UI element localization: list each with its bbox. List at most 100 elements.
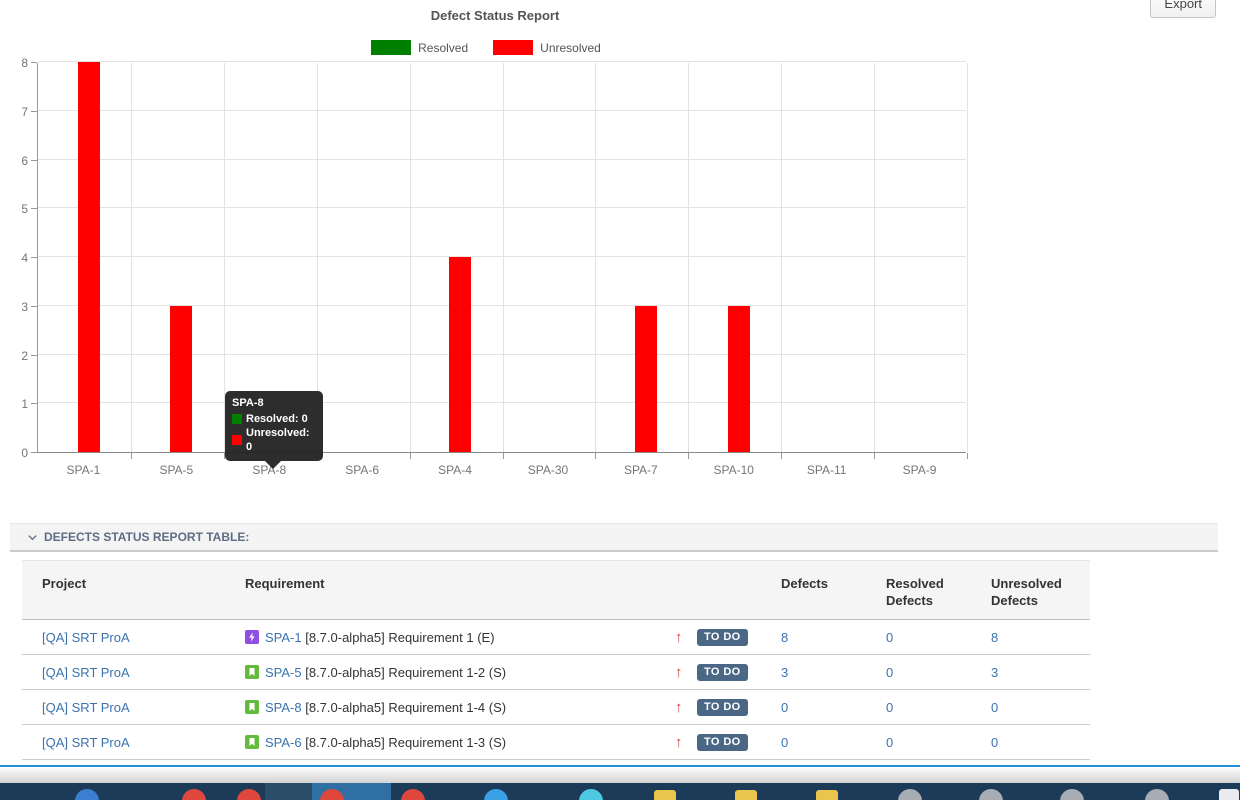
bar-unresolved-SPA-4[interactable] [449, 257, 471, 452]
v-gridline [131, 63, 132, 452]
defects-report-table: Project Requirement Defects Resolved Def… [22, 560, 1090, 760]
issue-key-link[interactable]: SPA-5 [265, 665, 302, 680]
issue-summary: [8.7.0-alpha5] Requirement 1-4 (S) [302, 700, 507, 715]
status-badge: TO DO [697, 734, 748, 751]
col-header-defects: Defects [765, 561, 870, 620]
x-axis-label: SPA-5 [130, 463, 223, 477]
taskbar-app-red-1[interactable] [182, 789, 206, 800]
report-table-body: [QA] SRT ProA SPA-1 [8.7.0-alpha5] Requi… [22, 620, 1090, 760]
taskbar-app-gray-3[interactable] [1060, 789, 1084, 800]
x-axis-label: SPA-7 [594, 463, 687, 477]
windows-taskbar[interactable] [0, 783, 1240, 800]
resolved-count-link[interactable]: 0 [886, 630, 893, 645]
project-link[interactable]: [QA] SRT ProA [42, 665, 130, 680]
chart-title: Defect Status Report [0, 8, 990, 23]
tooltip-rows: Resolved: 0 Unresolved: 0 [232, 412, 315, 454]
h-gridline [38, 61, 966, 62]
col-header-project: Project [22, 561, 235, 620]
col-header-resolved-defects: Resolved Defects [870, 561, 975, 620]
unresolved-count-link[interactable]: 0 [991, 735, 998, 750]
chart-tooltip: SPA-8 Resolved: 0 Unresolved: 0 [225, 391, 323, 461]
issue-summary: [8.7.0-alpha5] Requirement 1 (E) [302, 630, 495, 645]
status-badge: TO DO [697, 629, 748, 646]
taskbar-app-blue[interactable] [484, 789, 508, 800]
defects-count-link[interactable]: 3 [781, 665, 788, 680]
taskbar-app-browser[interactable] [75, 789, 99, 800]
resolved-count-link[interactable]: 0 [886, 735, 893, 750]
taskbar-folder-1[interactable] [654, 790, 676, 800]
tooltip-title: SPA-8 [232, 397, 315, 409]
issue-key-link[interactable]: SPA-1 [265, 630, 302, 645]
taskbar-folder-2[interactable] [735, 790, 757, 800]
y-tick-label: 5 [21, 202, 28, 216]
status-badge: TO DO [697, 664, 748, 681]
taskbar-folder-3[interactable] [816, 790, 838, 800]
y-tick-label: 1 [21, 397, 28, 411]
unresolved-count-link[interactable]: 3 [991, 665, 998, 680]
story-icon [245, 700, 259, 714]
epic-icon [245, 630, 259, 644]
taskbar-app-white[interactable] [1219, 789, 1239, 800]
v-gridline [410, 63, 411, 452]
x-axis-label: SPA-6 [316, 463, 409, 477]
y-tick-label: 3 [21, 300, 28, 314]
unresolved-count-link[interactable]: 8 [991, 630, 998, 645]
project-link[interactable]: [QA] SRT ProA [42, 735, 130, 750]
tooltip-swatch [232, 435, 242, 445]
bar-unresolved-SPA-5[interactable] [170, 306, 192, 452]
section-title: DEFECTS STATUS REPORT TABLE: [44, 530, 249, 544]
defects-count-link[interactable]: 0 [781, 700, 788, 715]
x-tick-mark [503, 453, 504, 459]
v-gridline [781, 63, 782, 452]
col-header-requirement: Requirement [235, 561, 675, 620]
taskbar-app-teal[interactable] [579, 789, 603, 800]
x-tick-mark [967, 453, 968, 459]
taskbar-app-red-3[interactable] [401, 789, 425, 800]
unresolved-count-link[interactable]: 0 [991, 700, 998, 715]
taskbar-app-red-2[interactable] [237, 789, 261, 800]
export-button[interactable]: Export [1150, 0, 1216, 18]
legend-label-resolved: Resolved [418, 41, 468, 55]
plot-area [37, 63, 966, 453]
table-row: [QA] SRT ProA SPA-8 [8.7.0-alpha5] Requi… [22, 690, 1090, 725]
issue-key-link[interactable]: SPA-6 [265, 735, 302, 750]
tooltip-row-label: Unresolved: 0 [246, 426, 315, 454]
v-gridline [503, 63, 504, 452]
table-row: [QA] SRT ProA SPA-1 [8.7.0-alpha5] Requi… [22, 620, 1090, 655]
project-link[interactable]: [QA] SRT ProA [42, 700, 130, 715]
defects-count-link[interactable]: 8 [781, 630, 788, 645]
resolved-count-link[interactable]: 0 [886, 700, 893, 715]
defect-status-chart: Defect Status Report Resolved Unresolved… [0, 0, 1010, 500]
chevron-down-icon [27, 532, 38, 543]
col-header-status [697, 561, 765, 620]
v-gridline [688, 63, 689, 452]
priority-highest-icon: ↑ [675, 734, 683, 751]
priority-highest-icon: ↑ [675, 629, 683, 646]
defects-count-link[interactable]: 0 [781, 735, 788, 750]
bar-unresolved-SPA-10[interactable] [728, 306, 750, 452]
x-axis-label: SPA-30 [502, 463, 595, 477]
taskbar-app-gray-4[interactable] [1145, 789, 1169, 800]
v-gridline [595, 63, 596, 452]
issue-key-link[interactable]: SPA-8 [265, 700, 302, 715]
bar-unresolved-SPA-1[interactable] [78, 62, 100, 452]
y-tick-label: 0 [21, 446, 28, 460]
y-tick-label: 6 [21, 154, 28, 168]
project-link[interactable]: [QA] SRT ProA [42, 630, 130, 645]
x-tick-mark [688, 453, 689, 459]
resolved-count-link[interactable]: 0 [886, 665, 893, 680]
x-tick-mark [410, 453, 411, 459]
taskbar-app-gray-2[interactable] [979, 789, 1003, 800]
defects-report-section-toggle[interactable]: DEFECTS STATUS REPORT TABLE: [10, 523, 1218, 552]
col-header-priority [675, 561, 697, 620]
chart-legend: Resolved Unresolved [0, 40, 990, 55]
x-tick-mark [874, 453, 875, 459]
x-axis-label: SPA-10 [687, 463, 780, 477]
bar-unresolved-SPA-7[interactable] [635, 306, 657, 452]
x-tick-mark [131, 453, 132, 459]
tooltip-row: Unresolved: 0 [232, 426, 315, 454]
legend-label-unresolved: Unresolved [540, 41, 601, 55]
col-header-unresolved-defects: Unresolved Defects [975, 561, 1090, 620]
taskbar-app-gray-1[interactable] [898, 789, 922, 800]
taskbar-tile-hover[interactable] [265, 783, 312, 800]
